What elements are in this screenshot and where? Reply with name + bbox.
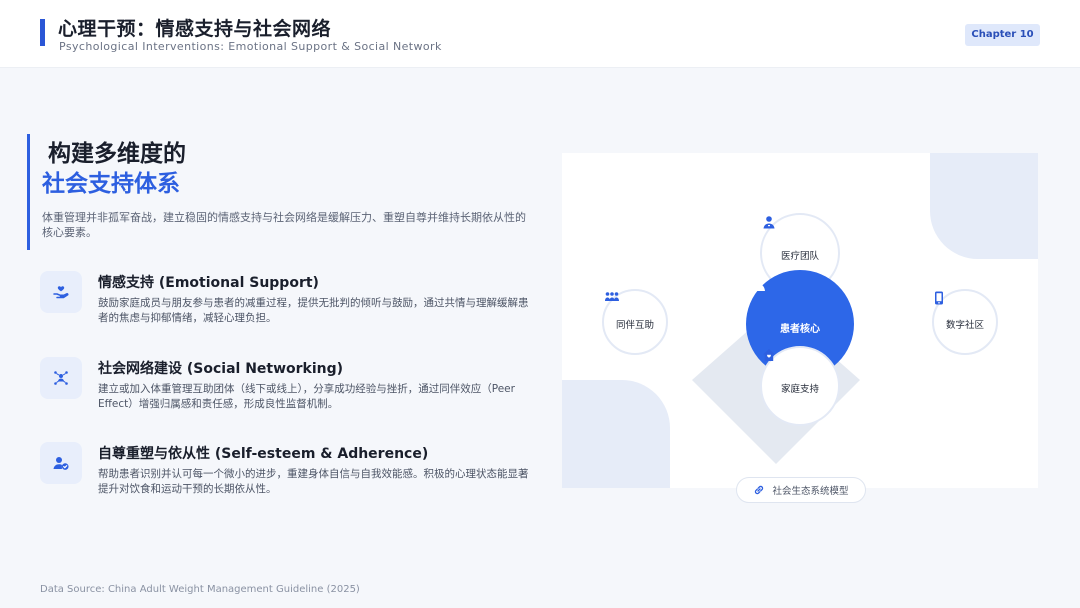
- hero-heading-line1: 构建多维度的: [48, 141, 186, 167]
- mobile-icon: [935, 291, 943, 305]
- node-label: 数字社区: [945, 320, 984, 331]
- hero-description: 体重管理并非孤军奋战，建立稳固的情感支持与社会网络是缓解压力、重塑自尊并维持长期…: [42, 211, 526, 239]
- header-accent-bar: [40, 19, 45, 46]
- feature-social-networking: 社会网络建设 (Social Networking) 建立或加入体重管理互助团体…: [40, 356, 540, 426]
- node-label: 患者核心: [780, 323, 820, 335]
- network-users-icon: [40, 357, 82, 399]
- feature-emotional-support: 情感支持 (Emotional Support) 鼓励家庭成员与朋友参与患者的减…: [40, 270, 540, 340]
- user-check-icon: [40, 442, 82, 484]
- page-subtitle: Psychological Interventions: Emotional S…: [59, 40, 442, 53]
- feature-self-esteem: 自尊重塑与依从性 (Self-esteem & Adherence) 帮助患者识…: [40, 441, 540, 511]
- data-source-footer: Data Source: China Adult Weight Manageme…: [40, 584, 360, 595]
- user-icon: [747, 271, 765, 291]
- people-group-icon: [605, 292, 619, 301]
- node-label: 同伴互助: [615, 320, 654, 331]
- node-digital-community: 数字社区: [932, 289, 998, 355]
- hero-section: 构建多维度的 社会支持体系 体重管理并非孤军奋战，建立稳固的情感支持与社会网络是…: [27, 134, 537, 250]
- diagram-caption: 社会生态系统模型: [736, 477, 866, 503]
- feature-title: 情感支持 (Emotional Support): [98, 275, 319, 291]
- link-icon: [755, 485, 764, 495]
- chapter-badge: Chapter 10: [965, 24, 1040, 46]
- home-heart-icon: [763, 349, 775, 361]
- node-family-support: 家庭支持: [760, 346, 840, 426]
- feature-description: 帮助患者识别并认可每一个微小的进步，重建身体自信与自我效能感。积极的心理状态能显…: [98, 468, 529, 495]
- diagram-caption-label: 社会生态系统模型: [772, 486, 849, 497]
- node-peer-support: 同伴互助: [602, 289, 668, 355]
- feature-description: 建立或加入体重管理互助团体（线下或线上），分享成功经验与挫折，通过同伴效应（Pe…: [98, 383, 515, 410]
- feature-title: 社会网络建设 (Social Networking): [98, 361, 344, 377]
- feature-title: 自尊重塑与依从性 (Self-esteem & Adherence): [98, 446, 429, 462]
- page-title: 心理干预：情感支持与社会网络: [58, 18, 332, 40]
- feature-description: 鼓励家庭成员与朋友参与患者的减重过程，提供无批判的倾听与鼓励，通过共情与理解缓解…: [98, 297, 529, 324]
- hand-heart-icon: [40, 271, 82, 313]
- doctor-icon: [763, 216, 775, 229]
- node-label: 医疗团队: [780, 251, 819, 262]
- node-label: 家庭支持: [780, 384, 819, 395]
- ecosystem-diagram: 医疗团队 同伴互助 数字社区 患者核心 家庭支持: [562, 153, 1038, 488]
- page-header: 心理干预：情感支持与社会网络 Psychological Interventio…: [0, 0, 1080, 68]
- hero-heading-line2: 社会支持体系: [42, 171, 180, 197]
